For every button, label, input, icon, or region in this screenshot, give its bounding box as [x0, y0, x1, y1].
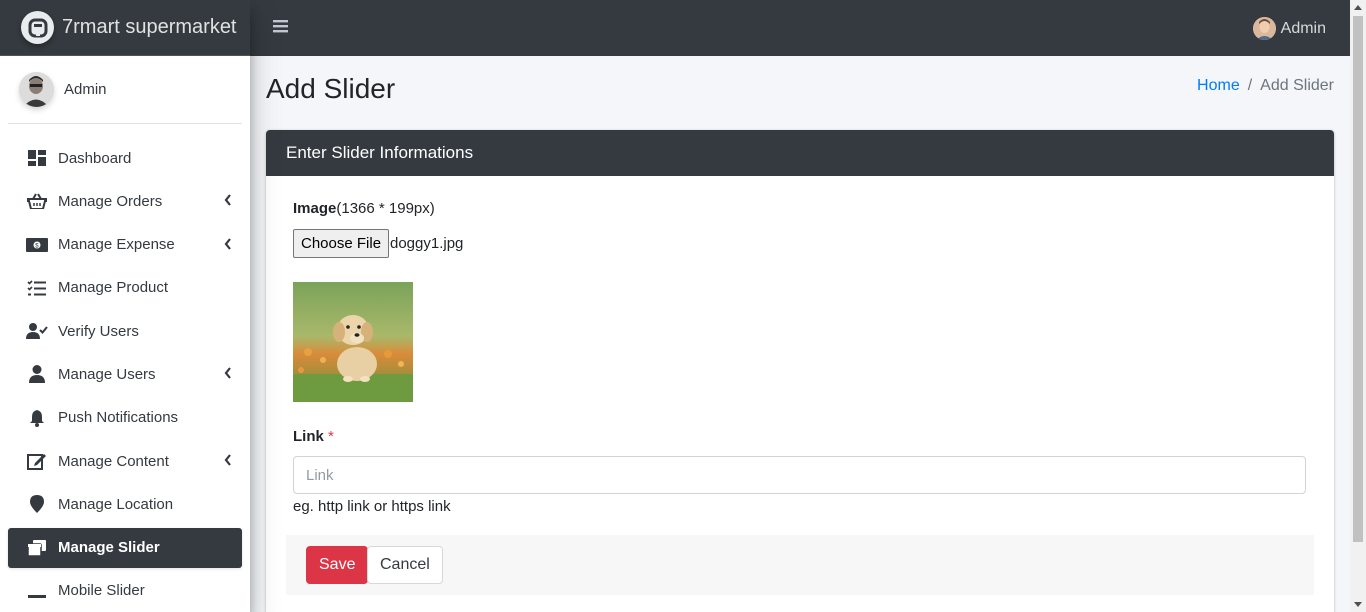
- user-panel: Admin: [8, 56, 242, 124]
- card-header: Enter Slider Informations: [266, 130, 1334, 176]
- sidebar-item-manage-content[interactable]: Manage Content: [8, 441, 242, 481]
- choose-file-button[interactable]: Choose File: [293, 229, 390, 258]
- chevron-left-icon: [224, 193, 232, 210]
- required-asterisk: *: [328, 428, 334, 445]
- slider-form-card: Enter Slider Informations Image(1366 * 1…: [266, 130, 1334, 612]
- chevron-left-icon: [224, 366, 232, 383]
- brand-link[interactable]: 7rmart supermarket: [0, 0, 250, 56]
- sidebar-item-label: Mobile Slider: [58, 582, 145, 600]
- sidebar-item-manage-product[interactable]: Manage Product: [8, 268, 242, 308]
- breadcrumb-home-link[interactable]: Home: [1197, 77, 1240, 95]
- sidebar-item-push-notifications[interactable]: Push Notifications: [8, 398, 242, 438]
- window-restore-icon: [26, 538, 48, 558]
- basket-icon: [26, 191, 48, 211]
- sidebar-item-verify-users[interactable]: Verify Users: [8, 311, 242, 351]
- sidebar-item-label: Manage Location: [58, 495, 174, 513]
- user-check-icon: [26, 321, 48, 341]
- top-user-menu[interactable]: Admin: [1252, 17, 1326, 40]
- brand-logo-icon: [21, 11, 54, 44]
- bell-icon: [26, 408, 48, 428]
- link-label-text: Link: [293, 428, 324, 445]
- minus-icon: [26, 581, 48, 601]
- page-scrollbar[interactable]: [1350, 0, 1366, 612]
- sidebar-item-label: Push Notifications: [58, 409, 179, 427]
- avatar[interactable]: [19, 72, 54, 107]
- sidebar-item-label: Dashboard: [58, 149, 132, 167]
- top-user-name: Admin: [1280, 19, 1326, 37]
- link-help-text: eg. http link or https link: [293, 498, 451, 515]
- sidebar-item-manage-users[interactable]: Manage Users: [8, 354, 242, 394]
- sidebar-item-mobile-slider[interactable]: Mobile Slider: [8, 571, 242, 611]
- sidebar-item-manage-expense[interactable]: $ Manage Expense: [8, 225, 242, 265]
- sidebar-item-label: Manage Product: [58, 279, 169, 297]
- card-footer: Save Cancel: [286, 535, 1314, 595]
- image-label-text: Image: [293, 200, 337, 217]
- sidebar-item-manage-orders[interactable]: Manage Orders: [8, 181, 242, 221]
- sidebar-item-manage-slider[interactable]: Manage Slider: [8, 527, 242, 568]
- sidebar-item-label: Manage Expense: [58, 236, 175, 254]
- link-label: Link *: [293, 428, 334, 445]
- sidebar-item-label: Verify Users: [58, 322, 139, 340]
- scrollbar-thumb[interactable]: [1353, 16, 1363, 542]
- dashboard-icon: [26, 148, 48, 168]
- sidebar-item-label: Manage Slider: [58, 539, 160, 557]
- page-title: Add Slider: [266, 73, 396, 104]
- tasks-icon: [26, 278, 48, 298]
- brand-text: 7rmart supermarket: [62, 16, 237, 38]
- image-size-hint: (1366 * 199px): [336, 200, 435, 217]
- user-avatar-icon: [1252, 17, 1276, 40]
- chevron-left-icon: [224, 237, 232, 254]
- sidebar-user-name[interactable]: Admin: [64, 81, 107, 98]
- save-button[interactable]: Save: [306, 546, 369, 584]
- breadcrumb-current: Add Slider: [1260, 77, 1334, 94]
- sidebar-item-manage-location[interactable]: Manage Location: [8, 484, 242, 524]
- breadcrumb: Home / Add Slider: [1197, 77, 1334, 95]
- chevron-left-icon: [224, 453, 232, 470]
- image-preview: [293, 282, 413, 402]
- sidebar-nav: Dashboard Manage Orders $ Manage Expense…: [0, 138, 250, 611]
- user-icon: [26, 364, 48, 384]
- cancel-button[interactable]: Cancel: [367, 546, 443, 584]
- scroll-down-arrow-icon[interactable]: [1354, 602, 1362, 607]
- sidebar-item-label: Manage Users: [58, 365, 156, 383]
- selected-file-name: doggy1.jpg: [390, 235, 464, 252]
- scroll-up-arrow-icon[interactable]: [1354, 5, 1362, 10]
- sidebar-item-label: Manage Content: [58, 452, 169, 470]
- link-input[interactable]: [293, 456, 1306, 494]
- breadcrumb-separator: /: [1247, 77, 1253, 94]
- sidebar-item-dashboard[interactable]: Dashboard: [8, 138, 242, 178]
- money-bill-icon: $: [26, 235, 48, 255]
- image-label: Image(1366 * 199px): [293, 200, 435, 217]
- main-sidebar: 7rmart supermarket Admin Dashboard Manag: [0, 0, 250, 612]
- edit-icon: [26, 451, 48, 471]
- sidebar-item-label: Manage Orders: [58, 192, 163, 210]
- hamburger-menu-icon[interactable]: [273, 19, 288, 38]
- top-navbar: Admin: [250, 0, 1350, 56]
- map-marker-icon: [26, 494, 48, 514]
